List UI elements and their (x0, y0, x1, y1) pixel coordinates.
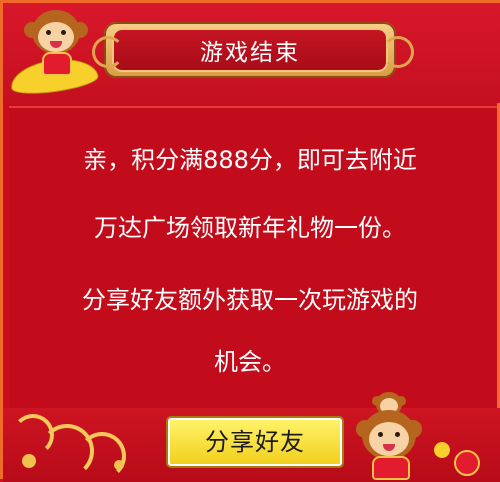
game-over-title: 游戏结束 (200, 40, 300, 66)
monkey-mascot-bottom-right (350, 392, 494, 480)
message-line-4: 机会。 (214, 348, 286, 376)
auspicious-cloud-decoration (6, 410, 156, 480)
monkey-mascot-top-left (6, 8, 101, 100)
share-friends-button[interactable]: 分享好友 (168, 418, 342, 466)
message-line-2: 万达广场领取新年礼物一份。 (94, 214, 406, 242)
message-line-1: 亲，积分满888分，即可去附近 (83, 146, 417, 174)
plaque-ornament-right (382, 36, 414, 68)
message-line-3: 分享好友额外获取一次玩游戏的 (82, 286, 418, 314)
title-plaque: 游戏结束 (104, 22, 396, 78)
plaque-ornament-left (92, 36, 124, 68)
